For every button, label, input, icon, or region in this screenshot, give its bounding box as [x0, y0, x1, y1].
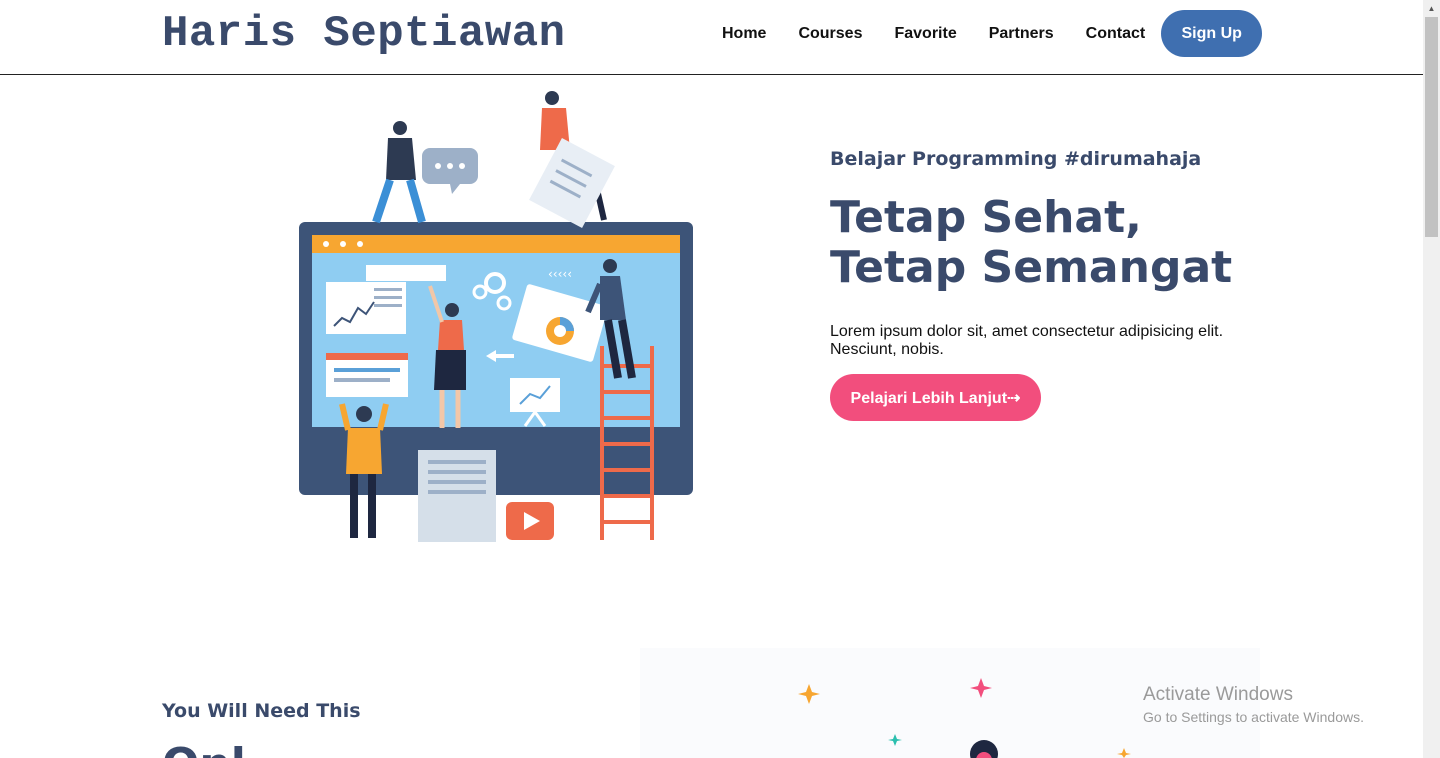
- nav-link-contact[interactable]: Contact: [1070, 25, 1162, 43]
- watermark-line2: Go to Settings to activate Windows.: [1143, 709, 1364, 725]
- hero-kicker: Belajar Programming #dirumahaja: [830, 148, 1202, 170]
- hero-headline-line2: Tetap Semangat: [830, 242, 1233, 293]
- site-header: Haris Septiawan Home Courses Favorite Pa…: [0, 0, 1423, 75]
- hero-description: Lorem ipsum dolor sit, amet consectetur …: [830, 323, 1224, 358]
- nav-link-courses[interactable]: Courses: [782, 25, 878, 43]
- learn-more-button[interactable]: Pelajari Lebih Lanjut⇢: [830, 374, 1041, 421]
- svg-text:‹‹‹‹‹: ‹‹‹‹‹: [548, 267, 572, 281]
- watermark-line1: Activate Windows: [1143, 684, 1293, 705]
- section2-kicker: You Will Need This: [162, 700, 361, 722]
- main-nav: Home Courses Favorite Partners Contact S…: [706, 10, 1263, 57]
- scrollbar-thumb[interactable]: [1425, 17, 1438, 237]
- activate-windows-watermark: Activate Windows Go to Settings to activ…: [1143, 684, 1364, 725]
- vertical-scrollbar[interactable]: ▲: [1423, 0, 1440, 758]
- nav-link-partners[interactable]: Partners: [973, 25, 1070, 43]
- online-learning-illustration: ‹‹‹‹‹: [299, 91, 693, 542]
- nav-link-home[interactable]: Home: [706, 25, 782, 43]
- signup-button[interactable]: Sign Up: [1161, 10, 1263, 57]
- hero-headline: Tetap Sehat, Tetap Semangat: [830, 193, 1232, 293]
- scroll-up-arrow-icon[interactable]: ▲: [1423, 0, 1440, 17]
- hero-headline-line1: Tetap Sehat,: [830, 192, 1142, 243]
- section2-title: Onl: [162, 740, 246, 758]
- nav-link-favorite[interactable]: Favorite: [878, 25, 972, 43]
- brand-logo-text[interactable]: Haris Septiawan: [162, 9, 566, 59]
